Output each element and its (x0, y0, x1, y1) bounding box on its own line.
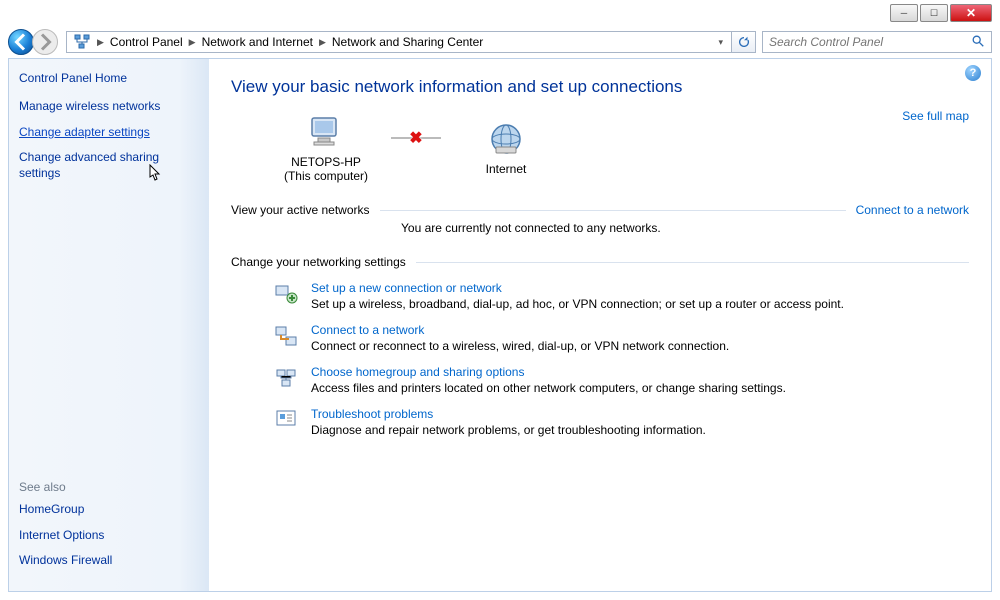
computer-icon (305, 111, 347, 153)
search-input[interactable] (763, 35, 965, 49)
crumb-network-internet[interactable]: Network and Internet (198, 35, 317, 49)
connect-network-link[interactable]: Connect to a network (856, 203, 969, 217)
pc-name: NETOPS-HP (291, 155, 361, 169)
option-troubleshoot: Troubleshoot problems Diagnose and repai… (273, 407, 969, 437)
forward-button[interactable] (32, 29, 58, 55)
option-homegroup: Choose homegroup and sharing options Acc… (273, 365, 969, 395)
page-title: View your basic network information and … (231, 77, 969, 97)
back-button[interactable] (8, 29, 34, 55)
globe-icon (485, 118, 527, 160)
sidebar-link-adapter[interactable]: Change adapter settings (19, 125, 199, 141)
option-connect-network: Connect to a network Connect or reconnec… (273, 323, 969, 353)
crumb-network-sharing[interactable]: Network and Sharing Center (328, 35, 487, 49)
change-settings-header: Change your networking settings (231, 255, 969, 269)
sidebar-link-homegroup[interactable]: HomeGroup (19, 502, 199, 518)
option-homegroup-desc: Access files and printers located on oth… (311, 381, 969, 395)
option-setup-desc: Set up a wireless, broadband, dial-up, a… (311, 297, 969, 311)
option-setup-link[interactable]: Set up a new connection or network (311, 281, 969, 295)
change-settings-label: Change your networking settings (231, 255, 406, 269)
close-button[interactable]: ✕ (950, 4, 992, 22)
map-internet: Internet (451, 118, 561, 176)
network-map: NETOPS-HP (This computer) ✖ Internet (271, 111, 969, 183)
address-dropdown[interactable]: ▾ (712, 37, 729, 48)
address-bar[interactable]: ▶ Control Panel ▶ Network and Internet ▶… (66, 31, 732, 53)
refresh-button[interactable] (732, 31, 756, 53)
divider (416, 262, 969, 263)
sidebar-link-internet-options[interactable]: Internet Options (19, 528, 199, 544)
window-chrome: ─ ☐ ✕ (890, 4, 992, 22)
toolbar: ▶ Control Panel ▶ Network and Internet ▶… (8, 28, 992, 56)
active-networks-label: View your active networks (231, 203, 370, 217)
setup-connection-icon (273, 281, 299, 307)
help-button[interactable]: ? (965, 65, 981, 81)
sidebar-link-wireless[interactable]: Manage wireless networks (19, 99, 199, 115)
refresh-icon (737, 35, 751, 49)
option-connect-desc: Connect or reconnect to a wireless, wire… (311, 339, 969, 353)
divider (380, 210, 846, 211)
chevron-right-icon: ▶ (187, 37, 198, 48)
connect-network-icon (273, 323, 299, 349)
option-troubleshoot-link[interactable]: Troubleshoot problems (311, 407, 969, 421)
disconnect-x-icon: ✖ (409, 128, 422, 148)
search-icon[interactable] (965, 34, 991, 51)
option-homegroup-link[interactable]: Choose homegroup and sharing options (311, 365, 969, 379)
homegroup-icon (273, 365, 299, 391)
control-panel-home-link[interactable]: Control Panel Home (19, 71, 199, 85)
main-panel: ? View your basic network information an… (209, 59, 991, 591)
chevron-right-icon: ▶ (317, 37, 328, 48)
sidebar-link-firewall[interactable]: Windows Firewall (19, 553, 199, 569)
arrow-right-icon (33, 30, 57, 54)
chevron-right-icon: ▶ (95, 37, 106, 48)
sidebar-link-advanced-sharing[interactable]: Change advanced sharing settings (19, 150, 199, 181)
option-connect-link[interactable]: Connect to a network (311, 323, 969, 337)
internet-label: Internet (486, 162, 527, 176)
active-networks-header: View your active networks Connect to a n… (231, 203, 969, 217)
not-connected-text: You are currently not connected to any n… (401, 221, 969, 235)
map-this-computer: NETOPS-HP (This computer) (271, 111, 381, 183)
option-setup-connection: Set up a new connection or network Set u… (273, 281, 969, 311)
see-also-heading: See also (19, 480, 199, 494)
sidebar: Control Panel Home Manage wireless netwo… (9, 59, 209, 591)
pc-sub: (This computer) (284, 169, 368, 183)
troubleshoot-icon (273, 407, 299, 433)
network-icon (73, 33, 91, 51)
minimize-button[interactable]: ─ (890, 4, 918, 22)
maximize-button[interactable]: ☐ (920, 4, 948, 22)
content: Control Panel Home Manage wireless netwo… (8, 58, 992, 592)
crumb-control-panel[interactable]: Control Panel (106, 35, 187, 49)
search-box (762, 31, 992, 53)
see-full-map-link[interactable]: See full map (902, 109, 969, 123)
map-connector: ✖ (391, 137, 441, 139)
arrow-left-icon (9, 30, 33, 54)
option-troubleshoot-desc: Diagnose and repair network problems, or… (311, 423, 969, 437)
